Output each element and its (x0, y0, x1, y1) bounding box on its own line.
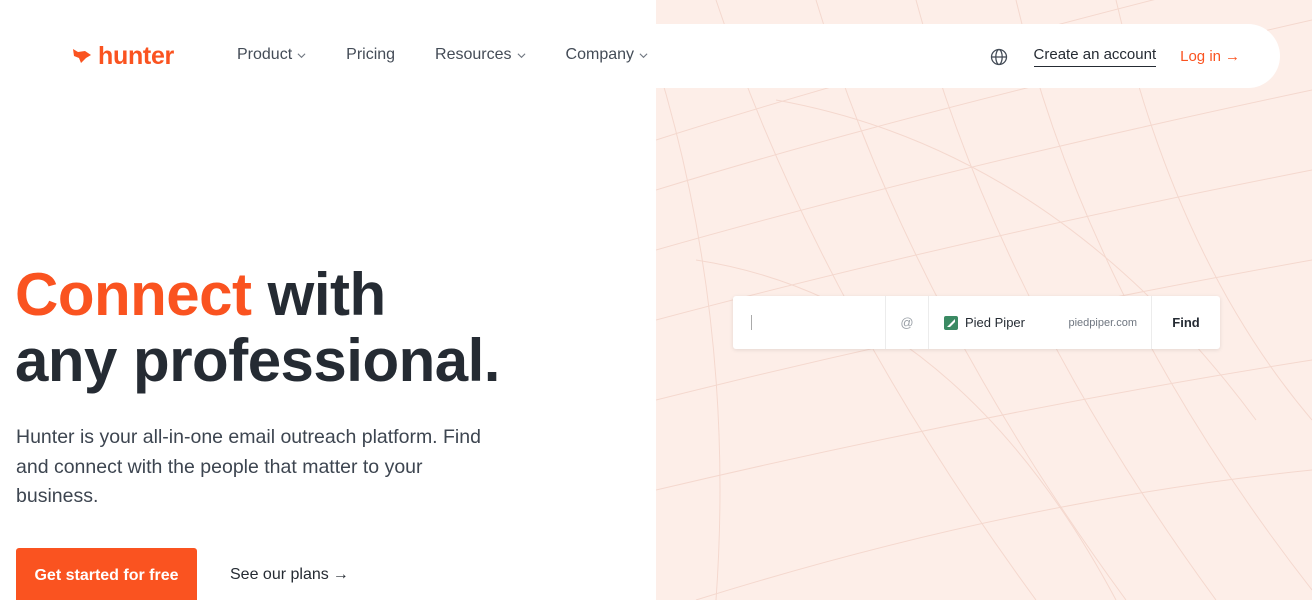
company-name: Pied Piper (965, 315, 1025, 330)
globe-icon[interactable] (990, 48, 1008, 66)
name-input[interactable] (733, 296, 886, 349)
nav-item-resources[interactable]: Resources (435, 46, 526, 64)
nav-item-label: Product (237, 46, 293, 63)
arrow-right-icon: → (332, 566, 349, 583)
arrow-right-icon: → (1225, 48, 1240, 65)
at-symbol: @ (886, 296, 929, 349)
main-nav: Product Pricing Resources Company (237, 46, 688, 64)
domain-field[interactable]: Pied Piper piedpiper.com (929, 296, 1152, 349)
find-button[interactable]: Find (1152, 296, 1220, 349)
login-label: Log in (1180, 48, 1221, 65)
fox-logo-icon (73, 49, 91, 63)
login-link[interactable]: Log in → (1180, 48, 1240, 65)
nav-actions: Create an account Log in → (990, 46, 1240, 67)
domain-text: piedpiper.com (1068, 316, 1138, 329)
logo-text: hunter (98, 41, 174, 70)
nav-item-label: Company (565, 46, 635, 63)
hero-description: Hunter is your all-in-one email outreach… (16, 426, 481, 507)
top-navbar: hunter Product Pricing Resources Company (36, 24, 1280, 88)
chevron-down-icon (297, 52, 306, 58)
company-logo-icon (944, 315, 958, 330)
email-finder-widget: @ Pied Piper piedpiper.com Find (733, 296, 1220, 349)
chevron-down-icon (639, 52, 648, 58)
headline-line-2: any professional. (15, 327, 500, 394)
hero-headline: Connect with any professional. (15, 262, 500, 394)
nav-item-company[interactable]: Company (566, 46, 648, 64)
nav-item-label: Resources (435, 46, 512, 63)
see-plans-link[interactable]: See our plans → (230, 566, 349, 584)
see-plans-label: See our plans (230, 566, 329, 583)
nav-item-product[interactable]: Product (237, 46, 306, 64)
headline-accent: Connect (15, 261, 252, 328)
chevron-down-icon (517, 52, 526, 58)
create-account-link[interactable]: Create an account (1033, 46, 1157, 67)
get-started-button[interactable]: Get started for free (16, 548, 197, 600)
headline-rest: with (251, 261, 386, 328)
hunter-logo[interactable]: hunter (72, 41, 174, 70)
text-cursor (751, 315, 752, 330)
nav-item-label: Pricing (346, 46, 396, 63)
page: hunter Product Pricing Resources Company (0, 0, 1312, 600)
nav-item-pricing[interactable]: Pricing (346, 46, 395, 64)
